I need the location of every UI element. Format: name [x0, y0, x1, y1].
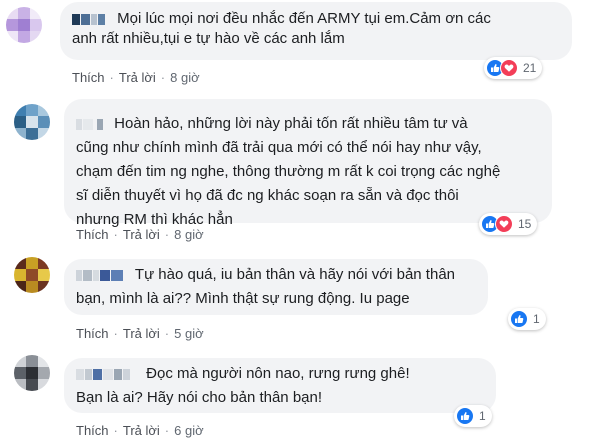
author-name-redacted[interactable]	[72, 10, 117, 27]
author-name-redacted[interactable]	[76, 266, 135, 283]
like-icon	[456, 407, 474, 425]
comment-actions: Thích · Trả lời · 6 giờ	[76, 423, 204, 438]
comment-timestamp[interactable]: 6 giờ	[174, 423, 204, 438]
reaction-summary[interactable]: 1	[454, 405, 492, 427]
avatar[interactable]	[14, 104, 50, 140]
comment-actions: Thích · Trả lời · 8 giờ	[72, 70, 200, 85]
love-icon	[500, 59, 518, 77]
reaction-count: 15	[518, 217, 532, 231]
comment-text-line: Bạn là ai? Hãy nói cho bản thân bạn!	[76, 389, 323, 406]
comment-text-line: chạm đến tim ng nghe, thông thường m rất…	[76, 163, 501, 180]
like-link[interactable]: Thích	[76, 326, 109, 341]
comment-text-line: sĩ diễn thuyết vì họ đã đc ng khác soạn …	[76, 187, 459, 204]
reaction-count: 1	[479, 409, 486, 423]
comment-text-line: cũng như chính mình đã trải qua mới có t…	[76, 139, 482, 156]
avatar[interactable]	[14, 355, 50, 391]
comment-timestamp[interactable]: 5 giờ	[174, 326, 204, 341]
comment-text-line: Mọi lúc mọi nơi đều nhắc đến ARMY tụi em…	[117, 10, 491, 27]
reaction-summary[interactable]: 15	[479, 213, 538, 235]
reaction-count: 21	[523, 61, 537, 75]
reaction-count: 1	[533, 312, 540, 326]
comment-text-line: bạn, mình là ai?? Mình thật sự rung động…	[76, 290, 410, 307]
comment-actions: Thích · Trả lời · 5 giờ	[76, 326, 204, 341]
author-name-redacted[interactable]	[76, 365, 146, 382]
like-link[interactable]: Thích	[76, 423, 109, 438]
reply-link[interactable]: Trả lời	[119, 70, 156, 85]
comment-timestamp[interactable]: 8 giờ	[170, 70, 200, 85]
love-icon	[495, 215, 513, 233]
like-link[interactable]: Thích	[76, 227, 109, 242]
like-link[interactable]: Thích	[72, 70, 105, 85]
reply-link[interactable]: Trả lời	[123, 423, 160, 438]
comment-actions: Thích · Trả lời · 8 giờ	[76, 227, 204, 242]
comment-bubble: Mọi lúc mọi nơi đều nhắc đến ARMY tụi em…	[60, 2, 572, 60]
comment-text-line: Hoàn hảo, những lời này phải tốn rất nhi…	[114, 115, 468, 132]
avatar[interactable]	[14, 257, 50, 293]
like-icon	[510, 310, 528, 328]
comment-bubble: Đọc mà người nôn nao, rưng rưng ghê! Bạn…	[64, 358, 496, 413]
comment-timestamp[interactable]: 8 giờ	[174, 227, 204, 242]
avatar[interactable]	[6, 7, 42, 43]
reply-link[interactable]: Trả lời	[123, 227, 160, 242]
comment-text-line: Tự hào quá, iu bản thân và hãy nói với b…	[134, 266, 456, 283]
comment-text-line: anh rất nhiều,tụi e tự hào về các anh lắ…	[72, 30, 345, 47]
comment-bubble: Tự hào quá, iu bản thân và hãy nói với b…	[64, 259, 488, 315]
reply-link[interactable]: Trả lời	[123, 326, 160, 341]
comment-bubble: Hoàn hảo, những lời này phải tốn rất nhi…	[64, 99, 552, 228]
author-name-redacted[interactable]	[76, 115, 114, 132]
comment-text-line: Đọc mà người nôn nao, rưng rưng ghê!	[146, 365, 410, 382]
reaction-summary[interactable]: 1	[508, 308, 546, 330]
reaction-summary[interactable]: 21	[484, 57, 543, 79]
